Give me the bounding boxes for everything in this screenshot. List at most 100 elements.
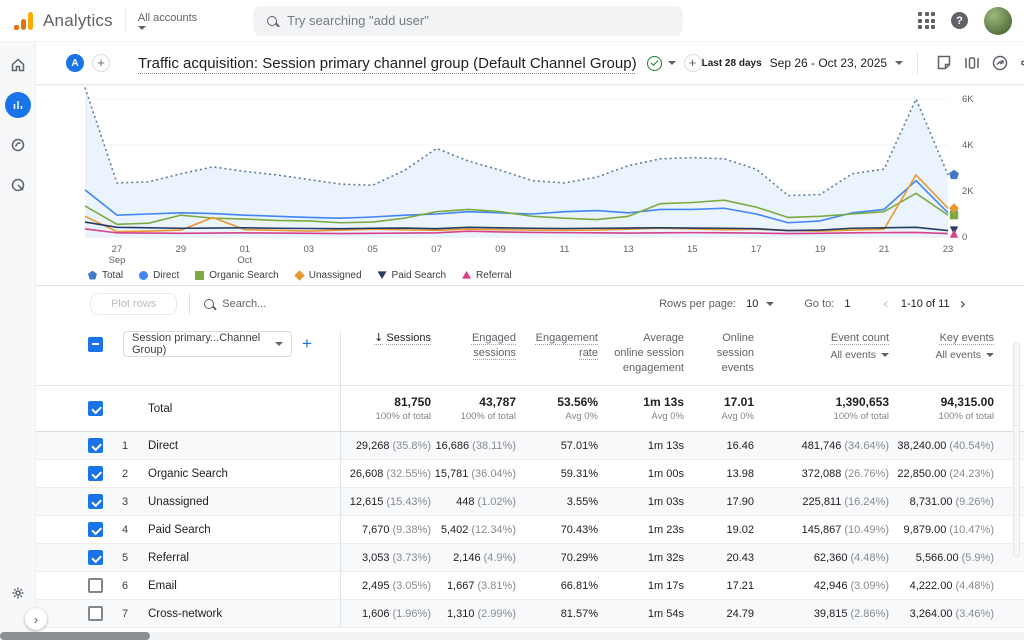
metric-cell: 39,815(2.86%)	[764, 608, 899, 620]
rows-per-page-value[interactable]: 10	[746, 298, 758, 310]
dimension-selector[interactable]: Session primary...Channel Group)	[123, 331, 292, 357]
sidebar-item-admin[interactable]	[5, 580, 31, 606]
add-report-tab-button[interactable]: +	[92, 54, 110, 72]
report-saved-check-icon[interactable]	[647, 56, 662, 71]
svg-text:27: 27	[112, 244, 123, 255]
metric-filter-select[interactable]: All events	[830, 349, 889, 361]
report-title[interactable]: Traffic acquisition: Session primary cha…	[138, 55, 637, 72]
row-checkbox[interactable]	[88, 438, 103, 453]
row-checkbox[interactable]	[88, 466, 103, 481]
metric-cell: 38,240.00(40.54%)	[899, 440, 1004, 452]
metric-cell: 7,670(9.38%)	[341, 524, 441, 536]
channel-name: Email	[148, 580, 340, 592]
table-row-referral: 5Referral3,053(3.73%)2,146(4.9%)70.29%1m…	[36, 544, 1024, 572]
svg-text:07: 07	[431, 244, 442, 255]
goto-page-value[interactable]: 1	[844, 298, 850, 310]
analytics-logo-icon	[14, 12, 33, 30]
column-header-online-session-events[interactable]: Online session events	[694, 331, 764, 385]
metric-cell: 145,867(10.49%)	[764, 524, 899, 536]
column-header-key-events[interactable]: Key eventsAll events	[899, 331, 1004, 385]
legend-item-direct: Direct	[139, 270, 179, 281]
metric-cell: 1m 03s	[608, 496, 694, 508]
metric-cell: 2,495(3.05%)	[341, 580, 441, 592]
column-header-engaged-sessions[interactable]: Engaged sessions	[441, 331, 526, 385]
svg-text:Sep: Sep	[109, 255, 126, 265]
sidebar-item-home[interactable]	[5, 52, 31, 78]
help-icon[interactable]: ?	[951, 12, 968, 29]
vertical-scrollbar[interactable]	[1013, 342, 1020, 557]
share-icon[interactable]	[1019, 54, 1024, 72]
gear-icon	[10, 585, 26, 601]
explore-icon	[10, 137, 26, 153]
sidebar-item-reports[interactable]	[5, 92, 31, 118]
metric-filter-select[interactable]: All events	[935, 349, 994, 361]
svg-text:6K: 6K	[962, 94, 974, 105]
total-row-checkbox[interactable]	[88, 401, 103, 416]
add-comparison-button[interactable]: +	[684, 54, 702, 72]
insights-icon[interactable]	[991, 54, 1009, 72]
column-header-event-count[interactable]: Event countAll events	[764, 331, 899, 385]
chevron-down-icon[interactable]	[766, 302, 774, 306]
notes-icon[interactable]	[935, 54, 953, 72]
row-checkbox[interactable]	[88, 522, 103, 537]
channel-name: Referral	[148, 552, 340, 564]
sidebar-item-advertising[interactable]	[5, 172, 31, 198]
report-tab-avatar[interactable]: A	[66, 54, 84, 72]
global-search-input[interactable]: Try searching "add user"	[253, 6, 683, 36]
previous-page-icon[interactable]: ‹	[880, 296, 890, 312]
google-apps-icon[interactable]	[918, 12, 935, 29]
row-checkbox[interactable]	[88, 578, 103, 593]
triangle-down-marker-icon	[378, 271, 387, 280]
row-checkbox[interactable]	[88, 494, 103, 509]
table-row-paid-search: 4Paid Search7,670(9.38%)5,402(12.34%)70.…	[36, 516, 1024, 544]
metric-cell: 372,088(26.76%)	[764, 468, 899, 480]
total-metric-cell: 81,750100% of total	[341, 395, 441, 422]
brand-title: Analytics	[43, 11, 113, 31]
row-checkbox[interactable]	[88, 606, 103, 621]
top-app-bar: Analytics All accounts Try searching "ad…	[0, 0, 1024, 42]
date-range-picker[interactable]: Sep 26 - Oct 23, 2025	[770, 56, 887, 70]
svg-text:11: 11	[560, 244, 570, 255]
select-all-checkbox[interactable]	[88, 337, 103, 352]
metric-cell: 13.98	[694, 468, 764, 480]
bar-chart-icon	[11, 98, 25, 112]
comparison-icon[interactable]	[963, 54, 981, 72]
row-checkbox[interactable]	[88, 550, 103, 565]
row-number: 7	[122, 608, 148, 620]
sessions-over-time-chart: 02K4K6K27Sep2901Oct030507091113151719212…	[36, 85, 1024, 285]
chevron-down-icon	[138, 26, 146, 30]
account-switcher[interactable]: All accounts	[138, 12, 197, 30]
divider	[125, 9, 126, 33]
metric-cell: 16.46	[694, 440, 764, 452]
horizontal-scrollbar[interactable]	[0, 632, 1024, 640]
metric-cell: 22,850.00(24.23%)	[899, 468, 1004, 480]
traffic-acquisition-table: Session primary...Channel Group) + ↓Sess…	[36, 321, 1024, 628]
horizontal-scrollbar-thumb[interactable]	[0, 632, 150, 640]
chevron-down-icon[interactable]	[895, 61, 903, 65]
table-search-input[interactable]: Search...	[204, 298, 266, 310]
row-number: 6	[122, 580, 148, 592]
column-header-average-online-session-engagement[interactable]: Average online session engagement	[608, 331, 694, 385]
table-toolbar: Plot rows Search... Rows per page: 10 Go…	[36, 285, 1024, 321]
plot-rows-button[interactable]: Plot rows	[90, 293, 177, 315]
add-dimension-button[interactable]: +	[302, 334, 312, 354]
legend-item-total: Total	[88, 270, 123, 281]
svg-text:19: 19	[815, 244, 826, 255]
divider	[917, 52, 918, 74]
legend-label: Total	[102, 270, 123, 281]
metric-cell: 70.29%	[526, 552, 608, 564]
table-total-row: Total 81,750100% of total43,787100% of t…	[36, 385, 1024, 432]
sidebar-item-explore[interactable]	[5, 132, 31, 158]
line-chart-canvas: 02K4K6K27Sep2901Oct030507091113151719212…	[36, 87, 1008, 265]
next-page-icon[interactable]: ›	[958, 296, 968, 312]
chevron-down-icon[interactable]	[668, 61, 676, 65]
user-avatar[interactable]	[984, 7, 1012, 35]
metric-cell: 59.31%	[526, 468, 608, 480]
column-header-sessions[interactable]: ↓Sessions	[341, 331, 441, 385]
metric-cell: 15,781(36.04%)	[441, 468, 526, 480]
expand-sidebar-button[interactable]: ›	[25, 608, 47, 630]
metric-cell: 3,053(3.73%)	[341, 552, 441, 564]
total-metric-cell: 1m 13sAvg 0%	[608, 395, 694, 422]
legend-label: Unassigned	[309, 270, 362, 281]
column-header-engagement-rate[interactable]: Engagement rate	[526, 331, 608, 385]
